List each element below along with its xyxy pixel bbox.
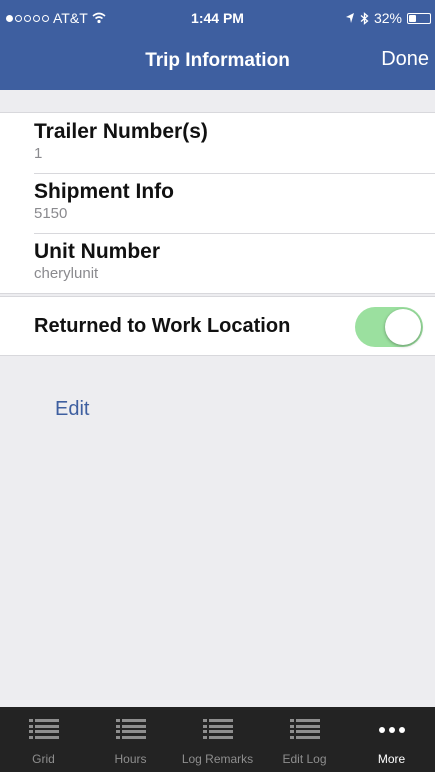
trip-info-content: Trailer Number(s) 1 Shipment Info 5150 U… xyxy=(0,90,435,707)
tab-label: Log Remarks xyxy=(181,752,254,766)
tab-label: More xyxy=(377,752,406,766)
header: AT&T 1:44 PM 32% Trip Information Done xyxy=(0,0,435,90)
returned-to-work-location-toggle[interactable] xyxy=(355,307,423,347)
tab-edit-log[interactable]: Edit Log xyxy=(261,707,348,772)
tab-bar: Grid Hours Log Remarks Edit Log More xyxy=(0,707,435,772)
list-icon xyxy=(28,719,59,739)
location-arrow-icon xyxy=(345,13,354,23)
edit-link[interactable]: Edit xyxy=(55,398,89,421)
field-unit-number[interactable]: Unit Number cherylunit xyxy=(0,233,435,293)
status-bar: AT&T 1:44 PM 32% xyxy=(0,0,435,34)
tab-grid[interactable]: Grid xyxy=(0,707,87,772)
battery-icon xyxy=(407,12,431,24)
battery-percent: 32% xyxy=(373,10,402,26)
field-value: 1 xyxy=(34,145,43,162)
list-icon xyxy=(289,719,320,739)
done-button[interactable]: Done xyxy=(381,48,429,71)
tab-hours[interactable]: Hours xyxy=(87,707,174,772)
tab-more[interactable]: More xyxy=(348,707,435,772)
bluetooth-icon xyxy=(360,11,369,25)
field-shipment-info[interactable]: Shipment Info 5150 xyxy=(0,173,435,233)
toggle-knob xyxy=(385,309,421,345)
field-label: Unit Number xyxy=(34,240,160,263)
field-value: cherylunit xyxy=(34,265,99,282)
tab-label: Hours xyxy=(114,752,147,766)
more-icon xyxy=(378,727,405,733)
trip-fields: Trailer Number(s) 1 Shipment Info 5150 U… xyxy=(0,112,435,294)
field-label: Trailer Number(s) xyxy=(34,120,208,143)
page-title: Trip Information xyxy=(145,50,290,71)
field-value: 5150 xyxy=(34,205,68,222)
toggle-label: Returned to Work Location xyxy=(34,314,291,337)
list-icon xyxy=(202,719,233,739)
list-icon xyxy=(115,719,146,739)
returned-to-work-location-row: Returned to Work Location xyxy=(0,296,435,356)
tab-log-remarks[interactable]: Log Remarks xyxy=(174,707,261,772)
tab-label: Edit Log xyxy=(282,752,327,766)
field-label: Shipment Info xyxy=(34,180,174,203)
field-trailer-numbers[interactable]: Trailer Number(s) 1 xyxy=(0,113,435,173)
tab-label: Grid xyxy=(32,752,55,766)
status-right: 32% xyxy=(345,10,431,26)
